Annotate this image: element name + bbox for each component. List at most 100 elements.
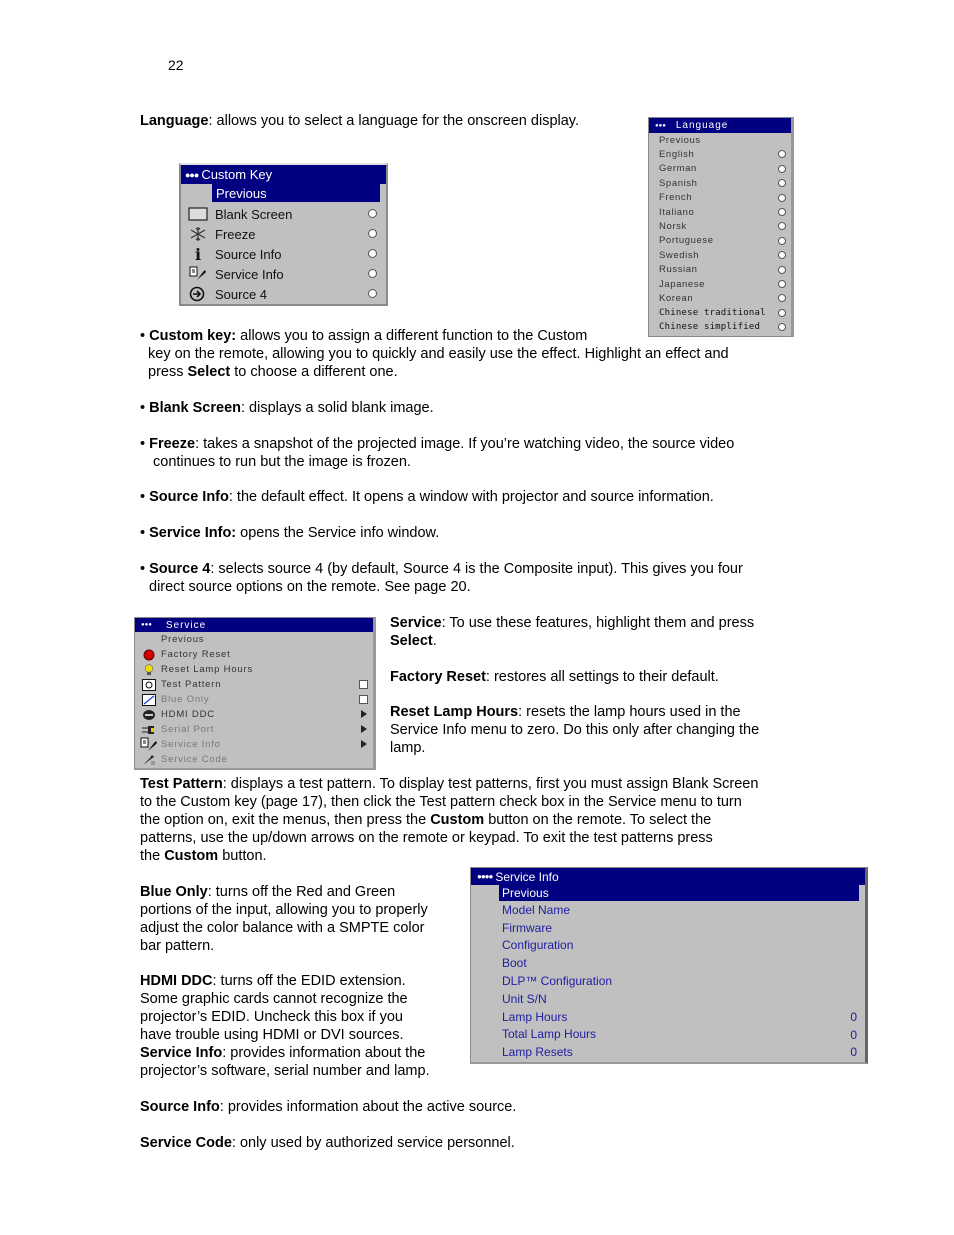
- source-info-text: : provides information about the active …: [219, 1099, 517, 1115]
- hdmi-icon: [139, 708, 159, 722]
- bullet-term: Source 4: [149, 561, 211, 577]
- custom-key-item-freeze[interactable]: Freeze: [181, 224, 386, 244]
- submenu-arrow-icon[interactable]: [361, 740, 367, 748]
- language-item-italiano[interactable]: Italiano: [649, 205, 791, 219]
- language-text: : allows you to select a language for th…: [208, 113, 579, 129]
- service-info-item-lamp-resets[interactable]: Lamp Resets 0: [471, 1043, 865, 1061]
- blue-only-description: Blue Only: turns off the Red and Green p…: [140, 883, 428, 955]
- service-info-item-model-name[interactable]: Model Name: [471, 901, 865, 919]
- hdmi-ddc-text: Some graphic cards cannot recognize the: [140, 991, 408, 1007]
- service-code-term: Service Code: [140, 1135, 232, 1151]
- checkbox[interactable]: [359, 680, 368, 689]
- service-text: .: [432, 633, 437, 649]
- hdmi-ddc-description: HDMI DDC: turns off the EDID extension. …: [140, 972, 430, 1080]
- language-item-portuguese[interactable]: Portuguese: [649, 234, 791, 248]
- blue-only-icon: [139, 693, 159, 707]
- bullet-icon: •: [140, 489, 146, 505]
- radio-button[interactable]: [778, 236, 786, 245]
- service-item-blue-only[interactable]: Blue Only: [135, 692, 373, 707]
- service-info-title-text: Service Info: [495, 869, 559, 884]
- language-item-japanese[interactable]: Japanese: [649, 277, 791, 291]
- language-item-korean[interactable]: Korean: [649, 291, 791, 305]
- language-term: Language: [140, 113, 209, 129]
- blue-only-term: Blue Only: [140, 884, 208, 900]
- custom-key-item-service-info[interactable]: Service Info: [181, 264, 386, 284]
- submenu-arrow-icon[interactable]: [361, 725, 367, 733]
- language-item-previous[interactable]: Previous: [649, 133, 791, 147]
- custom-key-item-label: Blank Screen: [215, 206, 293, 222]
- service-info-text: : provides information about the: [222, 1045, 426, 1061]
- test-pattern-text: button on the remote. To select the: [484, 812, 712, 828]
- reset-lamp-hours-text: : resets the lamp hours used in the: [518, 704, 741, 720]
- radio-button[interactable]: [778, 251, 786, 260]
- service-info-item-configuration[interactable]: Configuration: [471, 937, 865, 955]
- service-info-item-boot[interactable]: Boot: [471, 954, 865, 972]
- radio-button[interactable]: [778, 308, 786, 317]
- bullet-term: Select: [187, 364, 231, 380]
- radio-button[interactable]: [778, 222, 786, 231]
- test-pattern-text: the: [140, 848, 165, 864]
- language-item-german[interactable]: German: [649, 162, 791, 176]
- custom-key-item-source-info[interactable]: i Source Info: [181, 244, 386, 264]
- service-info-item-label: DLP™ Configuration: [502, 974, 613, 989]
- service-code-text: : only used by authorized service person…: [231, 1135, 515, 1151]
- bullet-text: opens the Service info window.: [236, 525, 440, 541]
- service-item-previous[interactable]: Previous: [135, 632, 373, 647]
- service-item-serial-port[interactable]: Serial Port: [135, 722, 373, 737]
- radio-button[interactable]: [368, 249, 377, 258]
- service-info-item-unit-s-n[interactable]: Unit S/N: [471, 990, 865, 1008]
- radio-button[interactable]: [368, 269, 377, 278]
- language-item-spanish[interactable]: Spanish: [649, 176, 791, 190]
- language-item-label: Korean: [659, 292, 694, 304]
- bullet-term: Freeze: [149, 436, 196, 452]
- language-item-label: Chinese traditional: [659, 307, 766, 318]
- service-menu: ●●● Service Previous Factory Reset Reset L…: [134, 617, 376, 770]
- radio-button[interactable]: [778, 207, 786, 216]
- service-info-item-dlp-configuration[interactable]: DLP™ Configuration: [471, 972, 865, 990]
- service-info-item-previous[interactable]: Previous: [499, 885, 859, 901]
- radio-button[interactable]: [778, 323, 786, 332]
- language-item-chinese-traditional[interactable]: Chinese traditional: [649, 306, 791, 320]
- bullet-text: : takes a snapshot of the projected imag…: [195, 436, 735, 452]
- service-item-test-pattern[interactable]: Test Pattern: [135, 677, 373, 692]
- reset-lamp-hours-text: lamp.: [390, 740, 426, 756]
- hdmi-ddc-term: HDMI DDC: [140, 973, 213, 989]
- language-item-english[interactable]: English: [649, 147, 791, 161]
- radio-button[interactable]: [368, 229, 377, 238]
- service-menu-title-text: Service: [165, 619, 207, 631]
- radio-button[interactable]: [368, 209, 377, 218]
- bullet-text: key on the remote, allowing you to quick…: [148, 346, 729, 362]
- radio-button[interactable]: [778, 279, 786, 288]
- language-item-swedish[interactable]: Swedish: [649, 248, 791, 262]
- checkbox[interactable]: [359, 695, 368, 704]
- service-item-hdmi-ddc[interactable]: HDMI DDC: [135, 707, 373, 722]
- service-info-item-total-lamp-hours[interactable]: Total Lamp Hours 0: [471, 1026, 865, 1044]
- radio-button[interactable]: [778, 294, 786, 303]
- radio-button[interactable]: [778, 193, 786, 202]
- radio-button[interactable]: [778, 150, 786, 159]
- radio-button[interactable]: [778, 164, 786, 173]
- language-item-french[interactable]: French: [649, 191, 791, 205]
- freeze-icon: [185, 225, 211, 243]
- language-item-russian[interactable]: Russian: [649, 263, 791, 277]
- service-info-item-lamp-hours[interactable]: Lamp Hours 0: [471, 1008, 865, 1026]
- custom-key-item-label: Service Info: [215, 266, 284, 282]
- service-info-item-firmware[interactable]: Firmware: [471, 919, 865, 937]
- submenu-arrow-icon[interactable]: [361, 710, 367, 718]
- radio-button[interactable]: [778, 265, 786, 274]
- custom-key-item-blank-screen[interactable]: Blank Screen: [181, 204, 386, 224]
- service-item-service-code[interactable]: Service Code: [135, 752, 373, 767]
- radio-button[interactable]: [368, 289, 377, 298]
- bullet-text: : the default effect. It opens a window …: [228, 489, 714, 505]
- service-code-icon: [139, 753, 159, 767]
- service-item-reset-lamp-hours[interactable]: Reset Lamp Hours: [135, 662, 373, 677]
- service-info-item-label: Firmware: [502, 920, 552, 935]
- radio-button[interactable]: [778, 179, 786, 188]
- custom-key-item-source-4[interactable]: Source 4: [181, 284, 386, 304]
- service-item-service-info[interactable]: Service Info: [135, 737, 373, 752]
- custom-key-item-previous[interactable]: Previous: [212, 184, 380, 202]
- service-item-factory-reset[interactable]: Factory Reset: [135, 647, 373, 662]
- page-number: 22: [168, 57, 184, 73]
- hdmi-ddc-text: projector’s EDID. Uncheck this box if yo…: [140, 1009, 403, 1025]
- language-item-norsk[interactable]: Norsk: [649, 219, 791, 233]
